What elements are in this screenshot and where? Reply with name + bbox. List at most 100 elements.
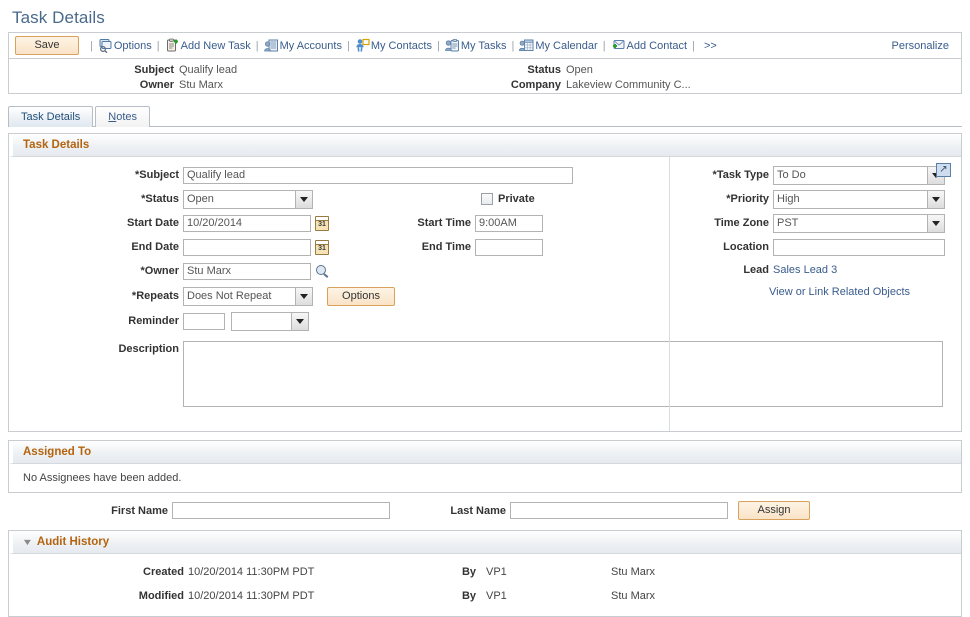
summary-row-company: Company Lakeview Community C... — [475, 78, 691, 93]
end-date-input[interactable] — [183, 239, 311, 256]
toolbar: Save | Options | Add New Task | — [8, 32, 962, 58]
audit-row-modified: Modified 10/20/2014 11:30PM PDT By VP1 S… — [9, 584, 961, 608]
chevron-down-icon — [927, 215, 944, 232]
end-time-input[interactable] — [475, 239, 543, 256]
summary-label-status: Status — [475, 63, 566, 78]
audit-history-panel-title: Audit History — [37, 536, 109, 548]
toolbar-separator: | — [511, 40, 514, 52]
audit-history-panel-header[interactable]: ▼Audit History — [9, 531, 961, 554]
start-time-input[interactable] — [475, 215, 543, 232]
private-checkbox-group[interactable]: Private — [481, 193, 535, 205]
label-modified-by: By — [446, 590, 480, 602]
my-tasks-icon — [445, 38, 460, 53]
label-description: Description — [9, 341, 183, 355]
chevron-down-icon — [291, 313, 308, 330]
row-lead: Lead Sales Lead 3 — [681, 259, 945, 281]
toolbar-item-options[interactable]: Options — [98, 38, 152, 53]
label-task-type: *Task Type — [681, 169, 773, 181]
toolbar-separator: | — [603, 40, 606, 52]
expand-icon[interactable]: ↗ — [936, 163, 951, 177]
label-time-zone: Time Zone — [681, 217, 773, 229]
task-type-dropdown-value: To Do — [774, 167, 927, 184]
label-subject: *Subject — [9, 169, 183, 181]
summary-left-column: Subject Qualify lead Owner Stu Marx — [9, 63, 475, 93]
status-dropdown[interactable]: Open — [183, 190, 313, 209]
reminder-unit-dropdown[interactable] — [231, 312, 309, 331]
label-priority: *Priority — [681, 193, 773, 205]
label-status: *Status — [9, 193, 183, 205]
row-reminder: Reminder — [9, 309, 961, 333]
toolbar-more-button[interactable]: >> — [700, 40, 721, 52]
search-icon[interactable] — [315, 264, 330, 279]
chevron-down-icon — [927, 191, 944, 208]
toolbar-link-my-tasks[interactable]: My Tasks — [461, 40, 507, 52]
my-calendar-icon — [519, 38, 534, 53]
lead-link[interactable]: Sales Lead 3 — [773, 264, 837, 276]
options-icon — [98, 38, 113, 53]
task-details-right-column: *Task Type To Do *Priority High Time Zon… — [681, 163, 945, 303]
toolbar-link-add-new-task[interactable]: Add New Task — [181, 40, 251, 52]
priority-dropdown[interactable]: High — [773, 190, 945, 209]
add-contact-icon — [611, 38, 626, 53]
summary-value-owner: Stu Marx — [179, 78, 223, 93]
audit-history-panel: ▼Audit History Created 10/20/2014 11:30P… — [8, 530, 962, 617]
label-end-date: End Date — [9, 241, 183, 253]
tab-notes[interactable]: Notes — [95, 106, 150, 127]
repeats-dropdown[interactable]: Does Not Repeat — [183, 287, 313, 306]
toolbar-item-my-contacts[interactable]: My Contacts — [355, 38, 432, 53]
label-private: Private — [498, 193, 535, 205]
assign-button[interactable]: Assign — [738, 501, 810, 520]
task-type-dropdown[interactable]: To Do — [773, 166, 945, 185]
time-zone-dropdown[interactable]: PST — [773, 214, 945, 233]
start-date-input[interactable] — [183, 215, 311, 232]
toolbar-separator: | — [347, 40, 350, 52]
task-details-panel-header: Task Details — [9, 134, 961, 157]
value-created-by-id: VP1 — [480, 566, 611, 578]
save-button[interactable]: Save — [15, 36, 79, 55]
toolbar-item-my-calendar[interactable]: My Calendar — [519, 38, 597, 53]
personalize-link[interactable]: Personalize — [892, 40, 955, 52]
location-input[interactable] — [773, 239, 945, 256]
chevron-down-icon — [295, 288, 312, 305]
row-location: Location — [681, 235, 945, 259]
label-repeats: *Repeats — [9, 290, 183, 302]
last-name-input[interactable] — [510, 502, 728, 519]
view-or-link-related-objects-link[interactable]: View or Link Related Objects — [769, 286, 910, 298]
summary-label-company: Company — [475, 78, 566, 93]
repeats-dropdown-value: Does Not Repeat — [184, 288, 295, 305]
toolbar-separator: | — [157, 40, 160, 52]
tab-task-details[interactable]: Task Details — [8, 106, 93, 127]
subject-input[interactable] — [183, 167, 573, 184]
reminder-value-input[interactable] — [183, 313, 225, 330]
toolbar-item-my-accounts[interactable]: My Accounts — [264, 38, 342, 53]
toolbar-item-add-new-task[interactable]: Add New Task — [165, 38, 251, 53]
repeat-options-button[interactable]: Options — [327, 287, 395, 306]
toolbar-link-my-accounts[interactable]: My Accounts — [280, 40, 342, 52]
audit-history-body: Created 10/20/2014 11:30PM PDT By VP1 St… — [9, 554, 961, 616]
toolbar-link-add-contact[interactable]: Add Contact — [627, 40, 688, 52]
private-checkbox[interactable] — [481, 193, 493, 205]
assigned-to-empty-message: No Assignees have been added. — [9, 464, 961, 492]
description-expand-wrapper: ↗ — [936, 163, 951, 177]
toolbar-item-add-contact[interactable]: Add Contact — [611, 38, 688, 53]
toolbar-item-my-tasks[interactable]: My Tasks — [445, 38, 507, 53]
time-zone-dropdown-value: PST — [774, 215, 927, 232]
value-modified-timestamp: 10/20/2014 11:30PM PDT — [188, 590, 446, 602]
description-textarea[interactable] — [183, 341, 943, 407]
owner-input[interactable] — [183, 263, 311, 280]
audit-row-created: Created 10/20/2014 11:30PM PDT By VP1 St… — [9, 560, 961, 584]
label-created: Created — [9, 566, 188, 578]
row-related-objects: View or Link Related Objects — [681, 281, 945, 303]
tab-bar: Task Details Notes — [8, 104, 962, 127]
calendar-icon[interactable]: 31 — [315, 240, 329, 255]
value-created-timestamp: 10/20/2014 11:30PM PDT — [188, 566, 446, 578]
toolbar-link-options[interactable]: Options — [114, 40, 152, 52]
summary-right-column: Status Open Company Lakeview Community C… — [475, 63, 691, 93]
toolbar-link-my-calendar[interactable]: My Calendar — [535, 40, 597, 52]
first-name-input[interactable] — [172, 502, 390, 519]
collapse-triangle-icon[interactable]: ▼ — [22, 537, 34, 547]
toolbar-link-my-contacts[interactable]: My Contacts — [371, 40, 432, 52]
calendar-icon[interactable]: 31 — [315, 216, 329, 231]
label-created-by: By — [446, 566, 480, 578]
label-start-date: Start Date — [9, 217, 183, 229]
